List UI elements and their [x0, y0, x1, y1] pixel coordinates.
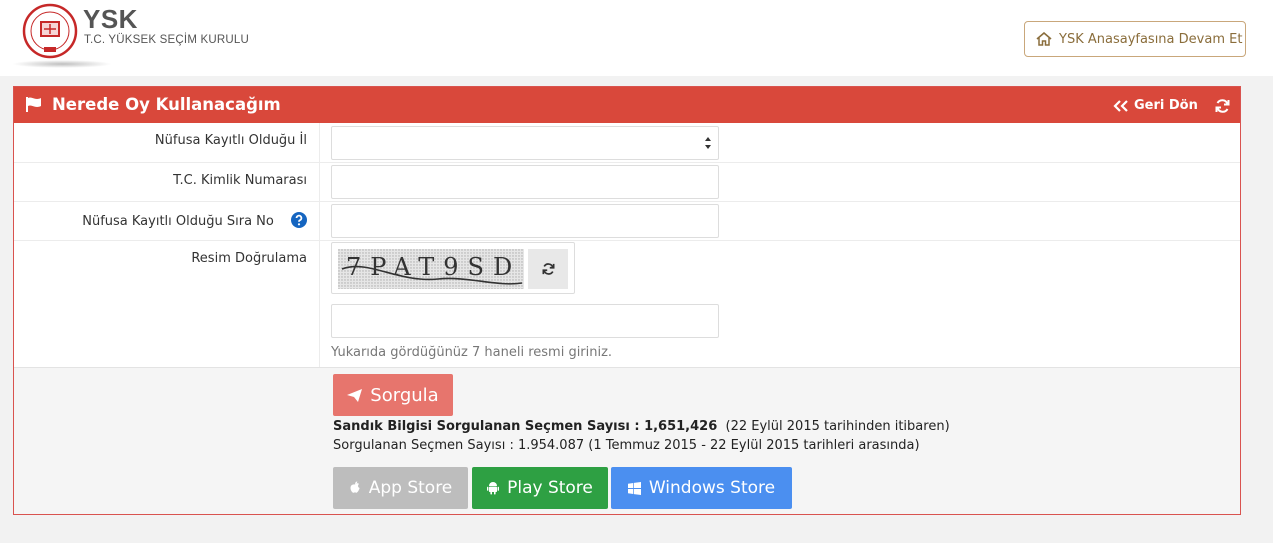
stats-line-1: Sandık Bilgisi Sorgulanan Seçmen Sayısı …: [333, 419, 950, 434]
apple-icon: [350, 481, 360, 493]
home-icon: [1036, 32, 1052, 46]
stats-line-1-rest: (22 Eylül 2015 tarihinden itibaren): [725, 419, 950, 434]
brand-title: YSK: [83, 4, 138, 34]
app-store-label: App Store: [368, 478, 453, 498]
logo-shadow: [12, 60, 112, 68]
android-icon: [487, 482, 500, 495]
flag-icon: [26, 97, 41, 112]
windows-icon: [627, 481, 641, 495]
sira-row: Nüfusa Kayıtlı Olduğu Sıra No: [14, 202, 1240, 241]
ysk-logo: [22, 3, 78, 59]
tc-label: T.C. Kimlik Numarası: [173, 173, 307, 188]
captcha-hint: Yukarıda gördüğünüz 7 haneli resmi girin…: [331, 345, 613, 360]
province-row: Nüfusa Kayıtlı Olduğu İl: [14, 123, 1240, 163]
tc-row: T.C. Kimlik Numarası: [14, 163, 1240, 202]
back-button[interactable]: Geri Dön: [1112, 98, 1198, 113]
captcha-image: 7PAT9SD: [338, 249, 524, 289]
sira-input[interactable]: [331, 204, 719, 238]
top-bar: YSK T.C. YÜKSEK SEÇİM KURULU YSK Anasayf…: [0, 0, 1273, 76]
brand-subtitle: T.C. YÜKSEK SEÇİM KURULU: [84, 34, 249, 46]
query-panel: Nerede Oy Kullanacağım Geri Dön Nüfusa K…: [13, 86, 1241, 515]
captcha-input[interactable]: [331, 304, 719, 338]
panel-header: Nerede Oy Kullanacağım Geri Dön: [14, 87, 1240, 123]
windows-store-label: Windows Store: [648, 478, 776, 498]
submit-label: Sorgula: [370, 384, 439, 406]
select-arrows-icon: [705, 137, 711, 149]
back-label: Geri Dön: [1134, 98, 1198, 113]
captcha-text: 7PAT9SD: [346, 253, 521, 281]
tc-input[interactable]: [331, 165, 719, 199]
province-select[interactable]: [331, 126, 719, 160]
chevrons-left-icon: [1113, 99, 1128, 112]
play-store-label: Play Store: [507, 478, 593, 498]
stats-line-1-bold: Sandık Bilgisi Sorgulanan Seçmen Sayısı …: [333, 419, 718, 434]
app-store-button[interactable]: App Store: [333, 467, 468, 509]
send-icon: [347, 388, 363, 402]
sira-label-wrap: Nüfusa Kayıtlı Olduğu Sıra No: [82, 212, 307, 229]
help-icon[interactable]: [291, 212, 307, 228]
ysk-home-label: YSK Anasayfasına Devam Et: [1059, 31, 1243, 47]
ysk-home-button[interactable]: YSK Anasayfasına Devam Et: [1024, 21, 1246, 57]
stats-line-2: Sorgulanan Seçmen Sayısı : 1.954.087 (1 …: [333, 438, 920, 453]
captcha-refresh-icon: [542, 263, 554, 275]
sira-label: Nüfusa Kayıtlı Olduğu Sıra No: [82, 214, 274, 229]
captcha-label: Resim Doğrulama: [191, 251, 307, 266]
province-label: Nüfusa Kayıtlı Olduğu İl: [154, 133, 307, 148]
captcha-refresh-button[interactable]: [528, 249, 568, 289]
refresh-icon[interactable]: [1215, 99, 1230, 113]
panel-title: Nerede Oy Kullanacağım: [52, 95, 281, 114]
captcha-box: 7PAT9SD: [331, 242, 575, 294]
play-store-button[interactable]: Play Store: [472, 467, 608, 509]
submit-button[interactable]: Sorgula: [333, 374, 453, 416]
windows-store-button[interactable]: Windows Store: [611, 467, 792, 509]
